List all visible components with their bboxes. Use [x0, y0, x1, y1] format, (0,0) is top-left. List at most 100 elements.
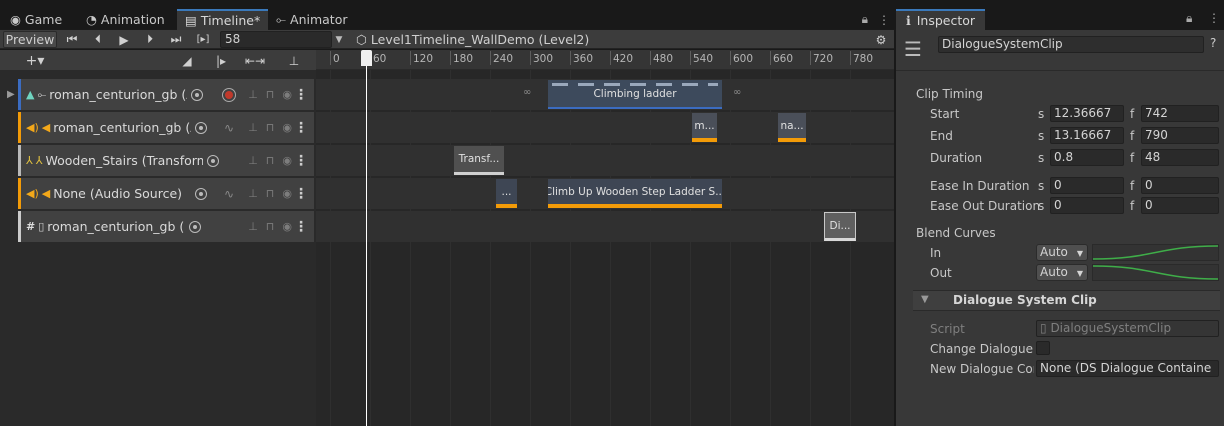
blend-out-curve[interactable] [1092, 264, 1219, 281]
axis-icon: ⅄ [35, 154, 43, 167]
end-seconds-field[interactable]: 13.16667 [1050, 127, 1124, 144]
eye-icon[interactable]: ◉ [282, 154, 292, 167]
eye-icon[interactable]: ◉ [282, 88, 292, 101]
foldout-arrow-icon: ▼ [921, 294, 929, 305]
start-seconds-field[interactable]: 12.36667 [1050, 105, 1124, 122]
object-picker-icon[interactable] [207, 154, 220, 167]
clip-small-audio[interactable]: ... [496, 179, 517, 208]
tab-animation[interactable]: ◔ Animation [78, 9, 173, 30]
expand-arrow-icon[interactable]: ▶ [7, 89, 15, 100]
blend-out-select[interactable]: Auto ▼ [1036, 264, 1088, 281]
clip-transform[interactable]: Transf... [454, 146, 504, 175]
more-icon[interactable]: ⋮ [878, 13, 890, 27]
track-header-audio[interactable]: ◀) ◀ roman_centurion_gb (Au ∿ ⊥ ⊓ ◉ ⋮ [18, 112, 314, 143]
object-picker-icon[interactable] [195, 121, 208, 134]
clip-climb-up[interactable]: Climb Up Wooden Step Ladder S... [548, 179, 722, 208]
clip-audio-m[interactable]: m... [692, 113, 717, 142]
pin-icon[interactable]: ⊥ [248, 220, 258, 233]
playhead[interactable] [366, 50, 367, 426]
lock-icon[interactable]: ⊓ [266, 187, 275, 200]
frame-input[interactable]: 58 [220, 31, 332, 48]
duration-frames-field[interactable]: 48 [1141, 149, 1219, 166]
track-menu-icon[interactable]: ⋮ [294, 219, 308, 235]
track-name: Wooden_Stairs (Transform) [45, 153, 204, 168]
tab-inspector[interactable]: ℹ Inspector [896, 9, 986, 30]
help-icon[interactable]: ? [1210, 36, 1216, 50]
track-header-audio-source[interactable]: ◀) ◀ None (Audio Source) ∿ ⊥ ⊓ ◉ ⋮ [18, 178, 314, 209]
ruler-tick-line [450, 51, 451, 65]
first-frame-icon[interactable]: ⏮ [62, 31, 82, 48]
timeline-selector[interactable]: ⬡ Level1Timeline_WallDemo (Level2) [356, 30, 589, 49]
pin-icon[interactable]: ⊥ [248, 187, 258, 200]
settings-icon[interactable]: ⚙ [872, 31, 890, 48]
blend-in-select[interactable]: Auto ▼ [1036, 244, 1088, 261]
blend-in-curve[interactable] [1092, 244, 1219, 261]
last-frame-icon[interactable]: ⏭ [166, 31, 186, 48]
play-range-icon[interactable]: [▸] [192, 31, 214, 48]
track-header-dialogue[interactable]: # ▯ roman_centurion_gb (DS Dia ⊥ ⊓ ◉ ⋮ [18, 211, 314, 242]
add-track-icon[interactable]: +▾ [20, 52, 50, 69]
lock-icon[interactable]: 🔒︎ [1186, 11, 1192, 26]
object-picker-icon[interactable] [191, 88, 204, 101]
clip-climbing-ladder[interactable]: Climbing ladder [548, 80, 722, 109]
more-icon[interactable]: ⋮ [1208, 11, 1220, 25]
clip-audio-na[interactable]: na... [778, 113, 806, 142]
tab-animator[interactable]: ⟜ Animator [268, 9, 356, 30]
change-dialogue-checkbox[interactable] [1036, 341, 1050, 355]
eye-icon[interactable]: ◉ [282, 187, 292, 200]
track-menu-icon[interactable]: ⋮ [294, 153, 308, 169]
record-button[interactable] [222, 87, 236, 102]
curve-icon[interactable]: ∿ [224, 187, 234, 201]
ease-out-frames-field[interactable]: 0 [1141, 197, 1219, 214]
track-menu-icon[interactable]: ⋮ [294, 186, 308, 202]
pin-icon[interactable]: ⊥ [248, 154, 258, 167]
pin-icon[interactable]: ⊥ [248, 88, 258, 101]
track-header-transform[interactable]: ⅄ ⅄ Wooden_Stairs (Transform) ⊥ ⊓ ◉ ⋮ [18, 145, 314, 176]
frame-clip-icon[interactable]: ⇤⇥ [240, 52, 270, 69]
audio-track-icon: ◀) [26, 187, 39, 200]
script-field: ▯ DialogueSystemClip [1036, 320, 1219, 337]
script-value: DialogueSystemClip [1050, 321, 1172, 335]
section-header[interactable]: ▼ Dialogue System Clip [913, 290, 1220, 311]
blend-in-label: In [930, 246, 942, 260]
end-frames-field[interactable]: 790 [1141, 127, 1219, 144]
lock-icon[interactable]: ⊓ [266, 88, 275, 101]
new-dialogue-field[interactable]: None (DS Dialogue Containe [1036, 360, 1219, 377]
lock-icon[interactable]: ⊓ [266, 154, 275, 167]
time-ruler[interactable]: 0 60 120 180 240 300 360 420 480 540 600 660 720 780 [316, 50, 894, 70]
start-frames-field[interactable]: 742 [1141, 105, 1219, 122]
tab-game[interactable]: ◉ Game [2, 9, 70, 30]
ease-out-seconds-field[interactable]: 0 [1050, 197, 1124, 214]
previous-frame-icon[interactable]: ⏴ [88, 31, 108, 48]
pin-icon[interactable]: ⊥ [248, 121, 258, 134]
clip-asset-icon: ☰ [904, 37, 922, 61]
lock-icon[interactable]: 🔒︎ [862, 12, 868, 27]
loop-icon: ∞ [523, 87, 532, 98]
clip-dialogue[interactable]: Di... [824, 212, 856, 241]
play-icon[interactable]: ▶ [114, 31, 134, 48]
chevron-down-icon[interactable]: ▼ [332, 31, 346, 48]
lock-icon[interactable]: ⊓ [266, 121, 275, 134]
pin-icon[interactable]: ⊥ [286, 52, 302, 69]
track-header-animation[interactable]: ▶ ▲ ⟜ roman_centurion_gb (Ar ⊥ ⊓ ◉ ⋮ [7, 79, 314, 110]
ripple-icon[interactable]: |▸ [208, 52, 234, 69]
ease-in-frames-field[interactable]: 0 [1141, 177, 1219, 194]
ruler-tick-label: 0 [333, 53, 340, 65]
clip-name-field[interactable]: DialogueSystemClip [938, 36, 1204, 53]
object-picker-icon[interactable] [195, 187, 208, 200]
track-menu-icon[interactable]: ⋮ [294, 120, 308, 136]
snap-icon[interactable]: ◢ [172, 52, 202, 69]
track-menu-icon[interactable]: ⋮ [294, 87, 308, 103]
object-picker-icon[interactable] [189, 220, 202, 233]
preview-button[interactable]: Preview [3, 31, 57, 48]
next-frame-icon[interactable]: ⏵ [140, 31, 160, 48]
playhead-handle[interactable] [361, 50, 372, 66]
eye-icon[interactable]: ◉ [282, 220, 292, 233]
curve-icon[interactable]: ∿ [224, 121, 234, 135]
eye-icon[interactable]: ◉ [282, 121, 292, 134]
tracks-area[interactable]: Climbing ladder ∞ ∞ m... na... Transf...… [316, 70, 894, 426]
ease-in-seconds-field[interactable]: 0 [1050, 177, 1124, 194]
tab-timeline[interactable]: ▤ Timeline* [177, 9, 269, 30]
duration-seconds-field[interactable]: 0.8 [1050, 149, 1124, 166]
lock-icon[interactable]: ⊓ [266, 220, 275, 233]
